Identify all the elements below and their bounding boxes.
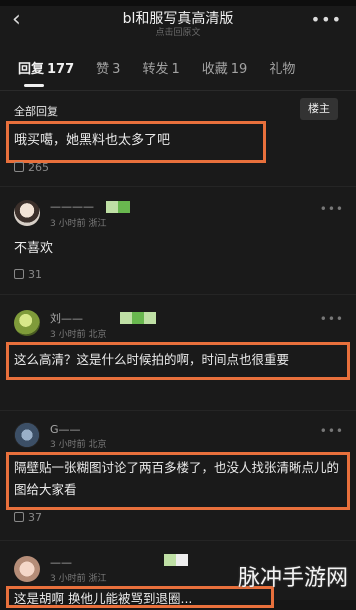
thumbs-up-icon xyxy=(14,512,24,522)
user-name[interactable]: G—— xyxy=(50,423,81,436)
like-button[interactable]: 37 xyxy=(14,511,42,524)
section-label: 全部回复 xyxy=(14,105,58,118)
divider xyxy=(0,90,356,91)
tab-count: 19 xyxy=(230,62,248,77)
divider xyxy=(0,294,356,295)
tab-reposts[interactable]: 转发 1 xyxy=(142,58,179,82)
tab-label: 收藏 xyxy=(201,62,228,77)
comment-meta: 3 小时前 北京 xyxy=(50,440,107,450)
op-filter-button[interactable]: 楼主 xyxy=(300,98,338,120)
divider xyxy=(0,410,356,411)
comment-text: 不喜欢 xyxy=(14,241,54,256)
tab-count: 3 xyxy=(112,62,121,77)
avatar[interactable] xyxy=(14,310,40,336)
comment-text: 哦买噶，她黑料也太多了吧 xyxy=(14,133,171,148)
page-subtitle[interactable]: 点击回原文 xyxy=(0,25,356,38)
thumbs-up-icon xyxy=(14,162,24,172)
tab-likes[interactable]: 赞3 xyxy=(96,58,120,82)
tab-gifts[interactable]: 礼物 xyxy=(269,58,295,82)
tab-replies[interactable]: 回复 177 xyxy=(18,58,74,82)
tab-count: 1 xyxy=(171,62,180,77)
user-name[interactable]: ———— xyxy=(50,200,94,213)
comment-text: 隔壁贴一张糊图讨论了两百多楼了，也没人找张清晰点儿的图给大家看 xyxy=(14,460,340,497)
tab-label: 赞 xyxy=(96,62,110,77)
avatar[interactable] xyxy=(14,200,40,226)
thumbs-up-icon xyxy=(14,269,24,279)
avatar[interactable] xyxy=(14,556,40,582)
tab-label: 礼物 xyxy=(269,62,296,77)
user-name[interactable]: —— xyxy=(50,556,72,569)
tab-favorites[interactable]: 收藏 19 xyxy=(202,58,248,82)
app-screen: ‹ bl和服写真高清版 点击回原文 ••• 回复 177 赞3 转发 1 收藏 19 … xyxy=(0,0,356,608)
avatar[interactable] xyxy=(14,422,40,448)
mosaic-block xyxy=(164,554,176,566)
like-count: 31 xyxy=(28,268,42,281)
like-count: 265 xyxy=(28,161,49,174)
mosaic-block xyxy=(144,312,156,324)
comment-meta: 3 小时前 浙江 xyxy=(50,574,107,584)
mosaic-block xyxy=(118,201,130,213)
divider xyxy=(0,540,356,541)
section-header: 全部回复 楼主 xyxy=(10,98,346,122)
more-icon[interactable]: ••• xyxy=(311,10,342,29)
watermark: 脉冲手游网 xyxy=(237,566,348,591)
tab-count: 177 xyxy=(47,62,75,77)
like-count: 37 xyxy=(28,511,42,524)
like-button[interactable]: 31 xyxy=(14,268,42,281)
mosaic-block xyxy=(106,201,118,213)
like-button[interactable]: 265 xyxy=(14,161,49,174)
user-name[interactable]: 刘—— xyxy=(50,310,83,326)
top-bar: ‹ bl和服写真高清版 点击回原文 ••• xyxy=(0,6,356,42)
tab-label: 回复 xyxy=(18,62,45,77)
comment-meta: 3 小时前 北京 xyxy=(50,330,107,340)
tab-bar: 回复 177 赞3 转发 1 收藏 19 礼物 xyxy=(18,58,346,82)
more-icon[interactable]: ••• xyxy=(320,424,344,438)
comment-text: 这是胡啊 换他儿能被骂到退圈... xyxy=(14,591,193,606)
tab-label: 转发 xyxy=(142,62,169,77)
comment-meta: 3 小时前 浙江 xyxy=(50,219,107,229)
active-tab-indicator xyxy=(24,84,44,87)
comment-text: 这么高清？这是什么时候拍的啊，时间点也很重要 xyxy=(14,352,290,367)
more-icon[interactable]: ••• xyxy=(320,202,344,216)
more-icon[interactable]: ••• xyxy=(320,312,344,326)
mosaic-block xyxy=(176,554,188,566)
divider xyxy=(0,186,356,187)
mosaic-block xyxy=(120,312,132,324)
mosaic-block xyxy=(132,312,144,324)
